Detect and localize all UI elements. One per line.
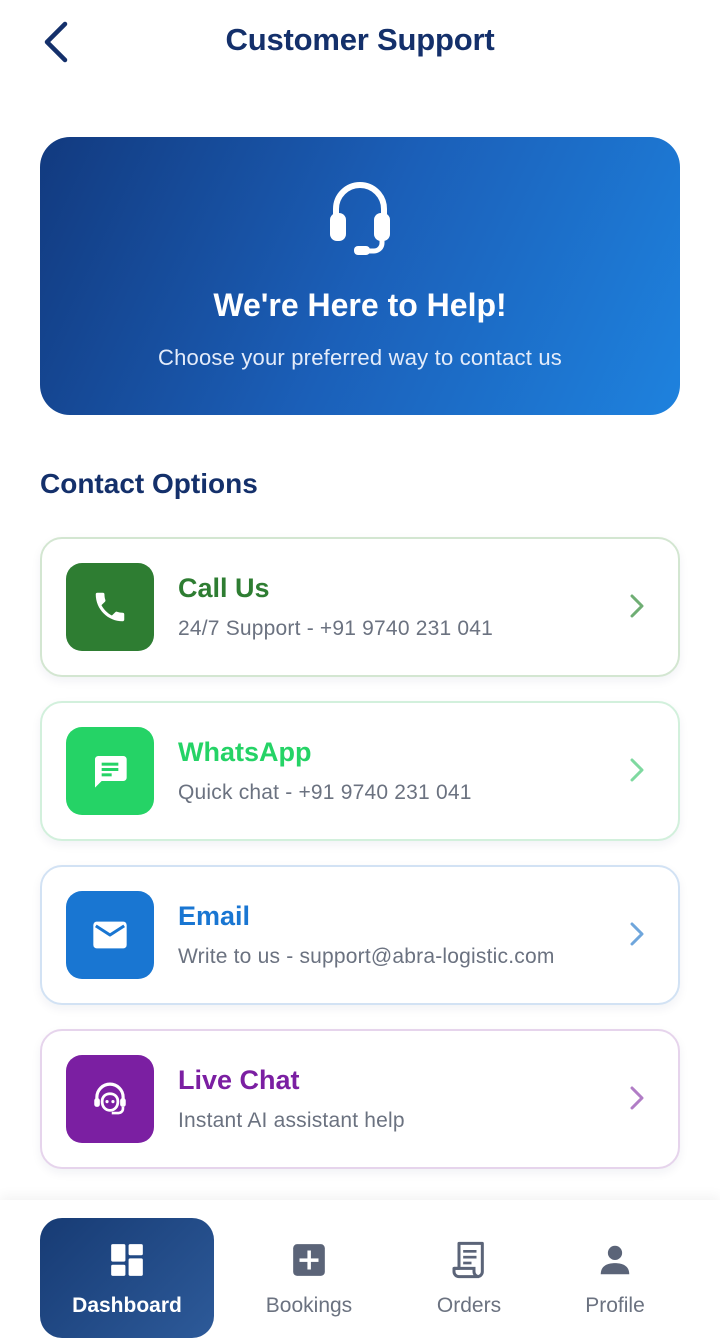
chat-message-icon: [95, 756, 127, 788]
chevron-right-icon: [622, 1083, 652, 1113]
person-icon: [600, 1245, 630, 1275]
dashboard-icon: [111, 1244, 143, 1276]
phone-icon: [95, 592, 125, 622]
section-title: Contact Options: [40, 468, 258, 499]
nav-item-orders[interactable]: Orders: [410, 1218, 528, 1338]
hero-subtitle: Choose your preferred way to contact us: [157, 345, 562, 370]
nav-item-bookings[interactable]: Bookings: [236, 1218, 382, 1338]
whatsapp-icon-tile: [66, 727, 154, 815]
card-title: Call Us: [178, 573, 270, 603]
support-agent-icon: [94, 1082, 126, 1115]
card-title: Email: [178, 901, 251, 931]
hero-banner: We're Here to Help! Choose your preferre…: [40, 137, 680, 415]
bottom-navigation: Dashboard Bookings Orders Profile: [0, 1200, 720, 1343]
contact-card-live-chat[interactable]: Live Chat Instant AI assistant help: [40, 1029, 680, 1169]
page-title: Customer Support: [225, 22, 495, 57]
headset-icon: [330, 182, 390, 255]
mail-icon: [93, 921, 127, 949]
chevron-right-icon: [622, 919, 652, 949]
nav-label: Profile: [585, 1294, 645, 1317]
add-box-icon: [293, 1244, 325, 1276]
receipt-icon: [452, 1241, 484, 1279]
chevron-right-icon: [622, 755, 652, 785]
card-subtitle: Instant AI assistant help: [178, 1109, 405, 1132]
card-subtitle: 24/7 Support - +91 9740 231 041: [178, 617, 494, 640]
nav-label: Dashboard: [72, 1294, 182, 1317]
nav-label: Bookings: [265, 1294, 353, 1317]
nav-item-profile[interactable]: Profile: [560, 1218, 670, 1338]
contact-card-call[interactable]: Call Us 24/7 Support - +91 9740 231 041: [40, 537, 680, 677]
card-title: WhatsApp: [178, 737, 312, 767]
contact-card-email[interactable]: Email Write to us - support@abra-logisti…: [40, 865, 680, 1005]
contact-card-whatsapp[interactable]: WhatsApp Quick chat - +91 9740 231 041: [40, 701, 680, 841]
nav-label: Orders: [436, 1294, 502, 1317]
chevron-right-icon: [622, 591, 652, 621]
call-icon-tile: [66, 563, 154, 651]
card-subtitle: Quick chat - +91 9740 231 041: [178, 781, 472, 804]
live-chat-icon-tile: [66, 1055, 154, 1143]
card-subtitle: Write to us - support@abra-logistic.com: [178, 945, 555, 968]
app-header: Customer Support: [0, 0, 720, 84]
email-icon-tile: [66, 891, 154, 979]
nav-item-dashboard[interactable]: Dashboard: [40, 1218, 214, 1338]
hero-title: We're Here to Help!: [213, 287, 507, 323]
card-title: Live Chat: [178, 1065, 300, 1095]
